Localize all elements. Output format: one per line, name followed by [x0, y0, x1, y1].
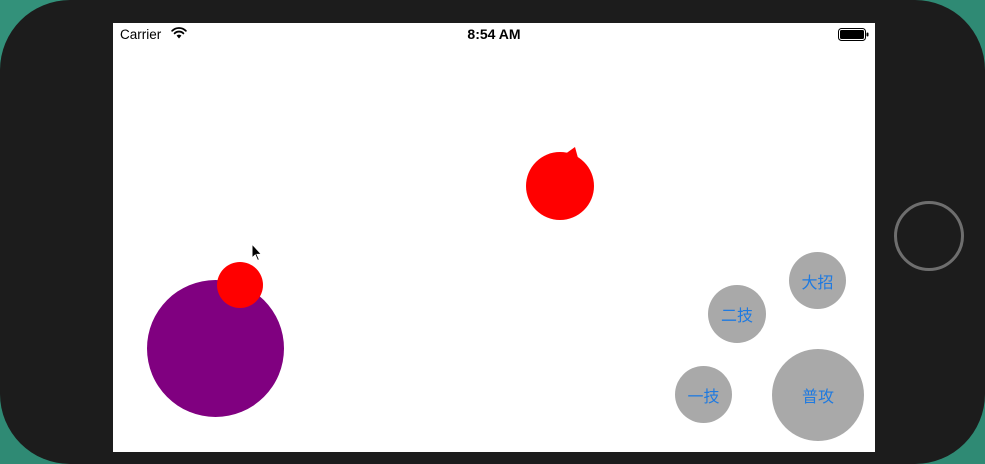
status-bar: Carrier 8:54 AM	[113, 23, 875, 45]
cursor-icon	[251, 243, 263, 262]
clock-time: 8:54 AM	[467, 26, 521, 42]
basic-attack-button[interactable]: 普攻	[772, 349, 864, 441]
home-button[interactable]	[894, 201, 964, 271]
simulator-window: Carrier 8:54 AM 大招 二技 一技 普攻	[0, 0, 985, 464]
enemy-unit	[526, 147, 594, 220]
ultimate-skill-button[interactable]: 大招	[789, 252, 846, 309]
joystick-thumb[interactable]	[217, 262, 263, 308]
skill-two-button[interactable]: 二技	[708, 285, 766, 343]
game-screen[interactable]: Carrier 8:54 AM 大招 二技 一技 普攻	[113, 23, 875, 452]
skill-one-button[interactable]: 一技	[675, 366, 732, 423]
battery-icon	[838, 28, 869, 41]
joystick-base[interactable]	[147, 280, 284, 417]
